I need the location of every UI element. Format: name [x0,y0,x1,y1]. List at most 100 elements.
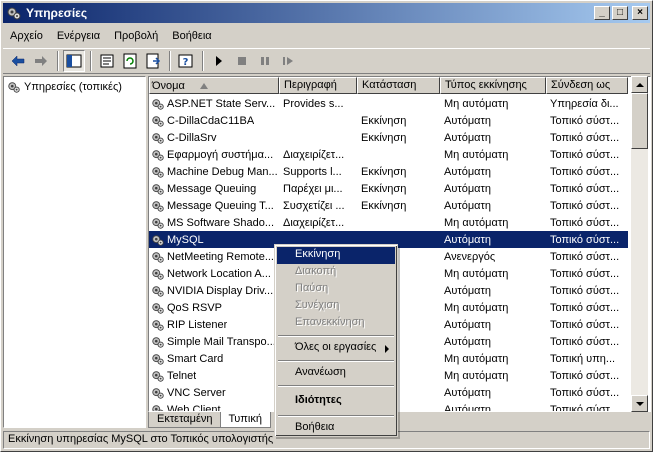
service-name: RIP Listener [167,318,228,331]
column-header-status[interactable]: Κατάσταση [357,77,440,94]
cell-name: NetMeeting Remote... [149,250,279,264]
column-label: Όνομα [152,79,185,92]
table-row[interactable]: Machine Debug Man... Supports l... Εκκίνησ… [149,163,628,180]
service-gear-icon [152,149,164,161]
column-header-description[interactable]: Περιγραφή [279,77,357,94]
table-row[interactable]: ASP.NET State Serv... Provides s... Μη αυτ… [149,95,628,112]
ctx-all-tasks[interactable]: Όλες οι εργασίες [277,340,395,357]
column-header-startup-type[interactable]: Τύπος εκκίνησης [440,77,546,94]
title-bar[interactable]: Υπηρεσίες _ □ × [3,3,650,23]
cell-log-on-as: Τοπικό σύστ... [550,301,620,314]
column-header-name[interactable]: Όνομα [149,77,279,94]
ctx-help[interactable]: Βοήθεια [277,420,395,437]
menu-view[interactable]: Προβολή [107,28,165,44]
scroll-up-arrow-icon [635,82,644,87]
service-name: Smart Card [167,352,224,365]
tab-standard[interactable]: Τυπική [219,412,271,428]
table-row[interactable]: Message Queuing T... Συσχετίζει ... Εκκίνη… [149,197,628,214]
service-name: Network Location A... [167,267,271,280]
cell-name: Telnet [149,369,279,383]
ctx-start[interactable]: Εκκίνηση [277,247,395,264]
table-row[interactable]: Εφαρμογή συστήμα... Διαχειρίζετ... Μη αυτό… [149,146,628,163]
ctx-stop[interactable]: Διακοπή [277,264,395,281]
cell-log-on-as: Τοπικό σύστ... [546,233,628,246]
show-tree-icon [66,54,82,68]
stop-service-button[interactable] [231,50,253,72]
ctx-pause[interactable]: Παύση [277,281,395,298]
cell-description: Παρέχει μι... [283,182,343,195]
minimize-button[interactable]: _ [594,6,610,20]
play-icon [216,56,222,66]
start-service-button[interactable] [208,50,230,72]
table-row[interactable]: MS Software Shado... Διαχειρίζετ... Μη αυτ… [149,214,628,231]
cell-log-on-as: Τοπικό σύστ... [550,250,620,263]
tab-extended[interactable]: Εκτεταμένη [148,412,222,428]
cell-startup-type: Αυτόματη [444,386,491,399]
restart-service-button[interactable] [277,50,299,72]
show-hide-tree-button[interactable] [63,50,85,72]
cell-log-on-as: Τοπικό σύστ... [550,284,620,297]
submenu-arrow-icon [385,345,389,353]
menu-separator [278,335,394,337]
service-gear-icon [152,183,164,195]
cell-name: C-DillaCdaC11BA [149,114,279,128]
cell-name: C-DillaSrv [149,131,279,145]
menu-action[interactable]: Ενέργεια [50,28,107,44]
vertical-scrollbar[interactable] [631,76,648,412]
pause-service-button[interactable] [254,50,276,72]
scroll-down-arrow-icon [635,401,644,406]
export-list-button[interactable] [142,50,164,72]
service-gear-icon [152,234,164,246]
scroll-up-button[interactable] [631,76,648,93]
list-header: Όνομα Περιγραφή Κατάσταση Τύπος εκκίνηση… [149,77,628,94]
ctx-properties[interactable]: Ιδιότητες [277,390,395,412]
table-row[interactable]: C-DillaSrv Εκκίνηση Αυτόματη Τοπικό σύστ... [149,129,628,146]
maximize-button[interactable]: □ [612,6,628,20]
forward-button[interactable] [30,50,52,72]
tree-pane: Υπηρεσίες (τοπικές) [3,76,146,428]
back-button[interactable] [7,50,29,72]
cell-status: Εκκίνηση [361,131,407,144]
service-name: C-DillaSrv [167,131,217,144]
ctx-resume[interactable]: Συνέχιση [277,298,395,315]
menu-help[interactable]: Βοήθεια [165,28,218,44]
cell-status: Εκκίνηση [361,199,407,212]
service-gear-icon [152,370,164,382]
help-button[interactable]: ? [175,50,197,72]
cell-name: Machine Debug Man... [149,165,279,179]
window-title: Υπηρεσίες [26,6,88,20]
cell-startup-type: Αυτόματη [444,284,491,297]
cell-startup-type: Αυτόματη [440,233,546,246]
ctx-restart[interactable]: Επανεκκίνηση [277,315,395,332]
cell-log-on-as: Τοπικό σύστ... [550,199,620,212]
cell-description: Διαχειρίζετ... [283,216,345,229]
cell-log-on-as: Τοπικό σύστ... [550,403,620,412]
service-name: Message Queuing T... [167,199,274,212]
svg-text:?: ? [183,57,189,68]
toolbar-separator [169,51,171,71]
close-button[interactable]: × [632,6,648,20]
cell-name: QoS RSVP [149,301,279,315]
cell-startup-type: Μη αυτόματη [444,216,509,229]
help-icon: ? [178,54,193,68]
toolbar-separator [57,51,59,71]
pause-icon [261,57,269,65]
menu-separator [278,385,394,387]
cell-status: Εκκίνηση [361,114,407,127]
cell-log-on-as: Τοπικό σύστ... [550,386,620,399]
service-gear-icon [152,319,164,331]
scroll-thumb[interactable] [631,93,648,149]
scroll-down-button[interactable] [631,395,648,412]
cell-description: Supports l... [283,165,342,178]
tree-item-local-services[interactable]: Υπηρεσίες (τοπικές) [7,80,122,94]
refresh-button[interactable] [119,50,141,72]
table-row[interactable]: Message Queuing Παρέχει μι... Εκκίνηση Αυτό… [149,180,628,197]
column-header-log-on-as[interactable]: Σύνδεση ως [546,77,628,94]
menu-file[interactable]: Αρχείο [3,28,50,44]
properties-button[interactable] [96,50,118,72]
ctx-refresh[interactable]: Ανανέωση [277,365,395,382]
table-row[interactable]: C-DillaCdaC11BA Εκκίνηση Αυτόματη Τοπικό σύ… [149,112,628,129]
service-gear-icon [152,353,164,365]
cell-name: Message Queuing [149,182,279,196]
cell-startup-type: Αυτόματη [444,165,491,178]
